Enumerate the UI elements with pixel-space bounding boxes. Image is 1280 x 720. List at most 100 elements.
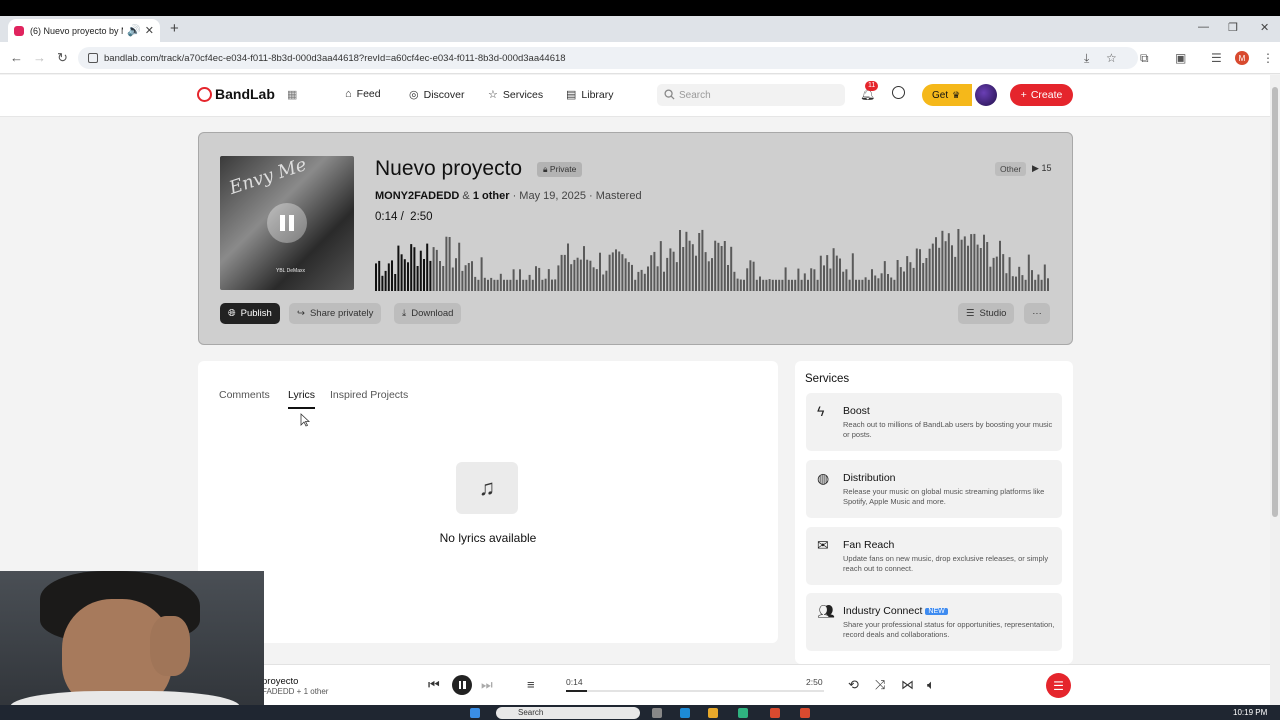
get-label: Get — [932, 89, 949, 101]
active-tab-indicator — [288, 407, 315, 409]
waveform-bar — [739, 279, 742, 291]
player-progress-bar[interactable] — [566, 690, 824, 692]
queue-list-icon[interactable]: ≡ — [527, 677, 535, 692]
collaborators-link[interactable]: 1 other — [473, 190, 510, 202]
tab-comments[interactable]: Comments — [219, 389, 270, 401]
waveform-bar — [394, 274, 397, 291]
no-lyrics-message: No lyrics available — [439, 531, 537, 545]
back-icon[interactable]: ← — [10, 50, 23, 65]
forward-icon[interactable]: → — [33, 50, 46, 65]
volume-icon[interactable]: 🔈︎ — [927, 677, 935, 693]
waveform-bar — [474, 276, 477, 291]
studio-button[interactable]: ☰ Studio — [958, 303, 1015, 324]
track-time: 0:14 / 2:50 — [375, 211, 433, 223]
bandlab-logo[interactable]: BandLab — [197, 86, 275, 102]
waveform-bar — [733, 271, 736, 291]
waveform-bar — [845, 269, 848, 291]
current-time: 0:14 — [375, 211, 398, 223]
new-tab-icon[interactable]: + — [170, 20, 179, 37]
user-avatar[interactable] — [975, 84, 997, 106]
profile-avatar[interactable]: M — [1235, 51, 1249, 65]
minimize-icon[interactable]: — — [1198, 21, 1209, 33]
service-distribution[interactable]: ◍ Distribution Release your music on glo… — [806, 460, 1062, 518]
player-track-title[interactable]: proyecto — [262, 676, 298, 687]
waveform[interactable] — [375, 229, 1051, 291]
waveform-bar — [999, 240, 1001, 291]
waveform-bar — [976, 244, 979, 291]
nav-feed[interactable]: ⌂ Feed — [345, 88, 381, 100]
cover-pause-button[interactable] — [267, 203, 307, 243]
tab-close-icon[interactable]: ✕ — [145, 24, 154, 37]
url-field[interactable]: bandlab.com/track/a70cf4ec-e034-f011-8b3… — [78, 47, 1138, 69]
maximize-icon[interactable]: ❐ — [1228, 21, 1238, 34]
nav-discover[interactable]: ◎ Discover — [409, 88, 464, 102]
browser-menu-icon[interactable]: ⋮ — [1262, 51, 1274, 65]
tab-audio-icon[interactable]: 🔊 — [127, 24, 141, 37]
chrome-profile-icon[interactable] — [800, 708, 810, 718]
tab-lyrics[interactable]: Lyrics — [288, 389, 315, 401]
waveform-bar — [410, 244, 413, 291]
crossfade-icon[interactable]: ⋈ — [901, 677, 914, 693]
install-icon[interactable]: ⤓ — [1084, 51, 1089, 66]
artist-link[interactable]: MONY2FADEDD — [375, 190, 459, 202]
track-cover-art[interactable]: Envy Me YBL DeMaxx — [220, 156, 354, 290]
more-options-button[interactable]: ··· — [1024, 303, 1050, 324]
pause-button[interactable] — [452, 675, 472, 695]
shuffle-icon[interactable]: ⤨ — [875, 677, 885, 693]
waveform-bar — [784, 267, 787, 291]
repeat-icon[interactable]: ⟲ — [848, 677, 859, 693]
bookmark-star-icon[interactable]: ☆ — [1106, 51, 1117, 65]
notifications-count: 11 — [865, 81, 879, 91]
duration: 2:50 — [410, 211, 433, 223]
service-industry-connect[interactable]: 👥︎ Industry Connect NEW Share your profes… — [806, 593, 1062, 651]
nav-library[interactable]: ▤ Library — [566, 88, 614, 102]
tab-inspired-projects[interactable]: Inspired Projects — [330, 389, 408, 401]
extensions-icon[interactable]: ⧉ — [1140, 51, 1149, 66]
file-explorer-icon[interactable] — [708, 708, 718, 718]
waveform-bar — [877, 278, 880, 291]
url-text: bandlab.com/track/a70cf4ec-e034-f011-8b3… — [104, 52, 566, 64]
messages-icon[interactable] — [892, 86, 905, 99]
waveform-bar — [717, 242, 720, 291]
window-close-icon[interactable]: ✕ — [1260, 21, 1269, 34]
studio-label: Studio — [979, 308, 1007, 319]
waveform-bar — [989, 266, 992, 291]
previous-icon[interactable]: ⏮︎ — [428, 677, 440, 693]
windows-start-icon[interactable] — [470, 708, 480, 718]
scrollbar-thumb[interactable] — [1272, 87, 1278, 517]
sliders-icon: ☰ — [966, 308, 975, 319]
nav-services[interactable]: ☆ Services — [488, 88, 543, 102]
waveform-bar — [787, 279, 790, 291]
chrome-icon[interactable] — [770, 708, 780, 718]
edge-icon[interactable] — [680, 708, 690, 718]
app-icon[interactable] — [738, 708, 748, 718]
service-fan-reach[interactable]: ✉ Fan Reach Update fans on new music, dr… — [806, 527, 1062, 585]
waveform-bar — [595, 269, 598, 291]
site-info-icon[interactable] — [88, 53, 98, 63]
waveform-bar — [995, 256, 998, 291]
next-icon[interactable]: ⏭︎ — [481, 677, 493, 693]
taskbar-search[interactable]: Search — [496, 707, 640, 719]
queue-button[interactable]: ☰ — [1046, 673, 1071, 698]
search-input[interactable]: Search — [657, 84, 845, 106]
waveform-bar — [522, 279, 525, 291]
search-icon — [664, 89, 675, 100]
get-membership-button[interactable]: Get ♛ — [922, 84, 972, 106]
waveform-bar — [634, 279, 637, 291]
browser-tab[interactable]: (6) Nuevo proyecto by MONY2FADEDD 🔊 ✕ — [8, 19, 160, 42]
publish-button[interactable]: 🌐︎ Publish — [220, 303, 280, 324]
apps-grid-icon[interactable]: ▦ — [287, 88, 297, 101]
waveform-bar — [707, 261, 710, 291]
sidebar-icon[interactable]: ▣ — [1175, 51, 1186, 65]
create-button[interactable]: + Create — [1010, 84, 1073, 106]
waveform-bar — [528, 274, 531, 291]
tab-search-icon[interactable]: ☰ — [1211, 51, 1222, 65]
reload-icon[interactable]: ↻ — [57, 50, 68, 66]
task-view-icon[interactable] — [652, 708, 662, 718]
download-button[interactable]: ⤓ Download — [394, 303, 462, 324]
player-track-artist[interactable]: FADEDD + 1 other — [262, 687, 328, 696]
page-scrollbar[interactable] — [1270, 75, 1280, 705]
share-privately-button[interactable]: ↪ Share privately — [289, 303, 382, 324]
service-boost[interactable]: ϟ Boost Reach out to millions of BandLab… — [806, 393, 1062, 451]
waveform-bar — [573, 259, 576, 291]
